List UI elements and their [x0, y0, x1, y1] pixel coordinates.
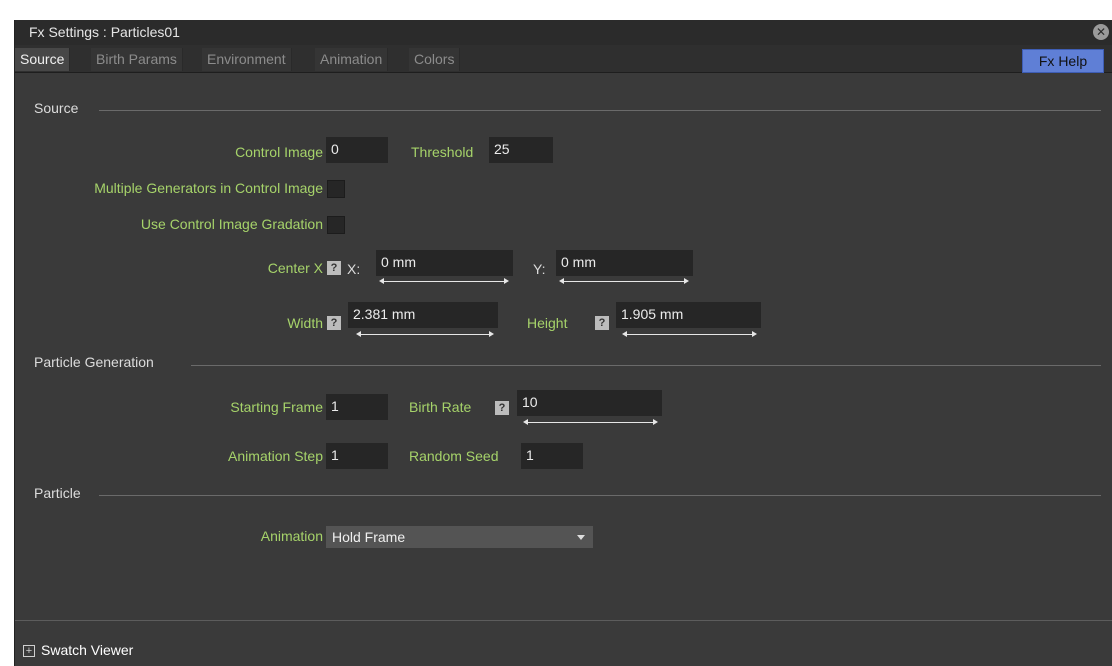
control-image-label: Control Image — [235, 144, 323, 160]
tab-bar: Source Birth Params Environment Animatio… — [15, 45, 1112, 73]
section-source-title: Source — [34, 100, 79, 116]
birth-rate-slider[interactable] — [523, 419, 658, 425]
height-slider[interactable] — [622, 331, 757, 337]
multiple-generators-label: Multiple Generators in Control Image — [94, 180, 323, 196]
birth-rate-field[interactable]: 10 — [517, 390, 662, 416]
animation-dropdown[interactable]: Hold Frame — [326, 526, 593, 548]
starting-frame-field[interactable]: 1 — [326, 394, 388, 420]
random-seed-field[interactable]: 1 — [521, 443, 583, 469]
center-x-field[interactable]: 0 mm — [376, 250, 513, 276]
threshold-label: Threshold — [411, 144, 474, 160]
tab-birth-params[interactable]: Birth Params — [91, 48, 183, 71]
swatch-viewer-toggle[interactable]: + Swatch Viewer — [23, 642, 133, 658]
animation-label: Animation — [260, 528, 323, 544]
section-divider — [99, 495, 1101, 496]
animation-step-field[interactable]: 1 — [326, 443, 388, 469]
use-gradation-checkbox[interactable] — [327, 216, 345, 234]
section-divider — [191, 365, 1101, 366]
width-field[interactable]: 2.381 mm — [348, 302, 498, 328]
starting-frame-label: Starting Frame — [230, 399, 323, 415]
section-particle-generation-title: Particle Generation — [34, 354, 154, 370]
section-divider — [99, 110, 1101, 111]
close-icon[interactable]: ✕ — [1093, 24, 1109, 40]
tab-environment[interactable]: Environment — [202, 48, 292, 71]
center-x-label: Center X — [267, 260, 323, 276]
center-y-slider[interactable] — [559, 278, 689, 284]
swatch-viewer-label: Swatch Viewer — [41, 642, 134, 658]
threshold-field[interactable]: 25 — [489, 137, 553, 163]
tab-colors[interactable]: Colors — [409, 48, 461, 71]
height-field[interactable]: 1.905 mm — [616, 302, 761, 328]
window-title: Fx Settings : Particles01 — [29, 24, 180, 40]
multiple-generators-checkbox[interactable] — [327, 180, 345, 198]
use-gradation-label: Use Control Image Gradation — [140, 216, 323, 232]
width-label: Width — [287, 315, 323, 331]
height-label: Height — [527, 315, 568, 331]
lock-icon[interactable]: ? — [327, 261, 341, 275]
center-y-field[interactable]: 0 mm — [556, 250, 693, 276]
x-axis-label: X: — [347, 261, 361, 277]
plus-icon[interactable]: + — [23, 645, 35, 657]
width-slider[interactable] — [356, 331, 494, 337]
section-particle-title: Particle — [34, 485, 81, 501]
lock-icon[interactable]: ? — [595, 316, 609, 330]
birth-rate-label: Birth Rate — [409, 399, 472, 415]
control-image-field[interactable]: 0 — [326, 137, 388, 163]
animation-dropdown-value: Hold Frame — [332, 529, 406, 545]
footer-divider — [15, 620, 1112, 621]
center-x-slider[interactable] — [379, 278, 509, 284]
random-seed-label: Random Seed — [409, 448, 499, 464]
tab-source[interactable]: Source — [15, 48, 71, 71]
fx-help-button[interactable]: Fx Help — [1022, 49, 1104, 73]
lock-icon[interactable]: ? — [327, 316, 341, 330]
tab-animation[interactable]: Animation — [315, 48, 389, 71]
title-bar[interactable]: Fx Settings : Particles01 ✕ — [15, 20, 1112, 45]
y-axis-label: Y: — [533, 261, 546, 277]
fx-settings-window: Fx Settings : Particles01 ✕ Source Birth… — [14, 20, 1112, 666]
animation-step-label: Animation Step — [228, 448, 323, 464]
lock-icon[interactable]: ? — [495, 401, 509, 415]
chevron-down-icon — [577, 535, 585, 540]
